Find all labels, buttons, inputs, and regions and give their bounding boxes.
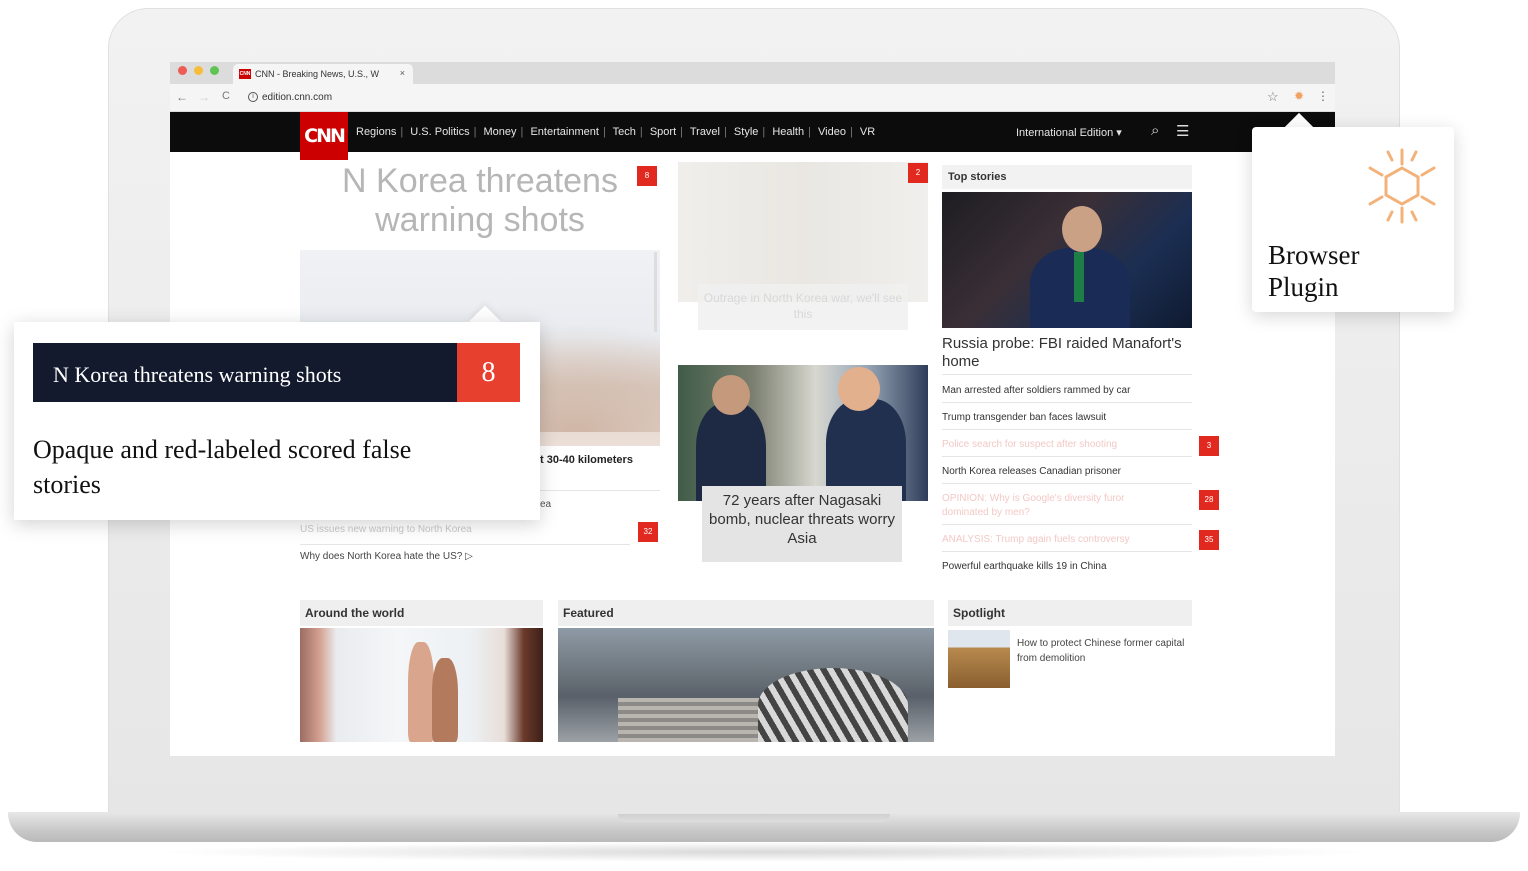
figure-woman (432, 658, 458, 742)
tab-title: CNN - Breaking News, U.S., W (255, 69, 380, 79)
cnn-nav-bar: CNN Regions | U.S. Politics | Money | Enter… (170, 112, 1335, 160)
summit-image[interactable] (678, 365, 928, 501)
minimize-window-button[interactable] (194, 66, 203, 75)
sun-icon (1368, 148, 1436, 224)
spotlight-image[interactable] (948, 630, 1010, 688)
score-badge: 32 (638, 522, 658, 542)
score-badge: 28 (1199, 490, 1219, 510)
top-story-item[interactable]: Man arrested after soldiers rammed by ca… (942, 385, 1130, 396)
score-badge: 8 (637, 166, 657, 186)
divider (942, 483, 1192, 484)
top-story-item[interactable]: Trump transgender ban faces lawsuit (942, 412, 1106, 423)
nav-vr[interactable]: VR (860, 126, 875, 138)
top-story-item[interactable]: North Korea releases Canadian prisoner (942, 466, 1121, 477)
scroll-indicator (654, 252, 657, 332)
divider (300, 544, 630, 545)
section-header-spotlight: Spotlight (948, 600, 1192, 626)
cnn-favicon-icon: CNN (239, 69, 251, 79)
score-badge: 3 (1199, 436, 1219, 456)
faded-story-link[interactable]: US issues new warning to North Korea (300, 524, 472, 535)
figure-tie (1074, 252, 1084, 302)
nav-health[interactable]: Health (772, 126, 804, 138)
story-caption[interactable]: t 30-40 kilometers (540, 454, 633, 466)
back-icon[interactable]: ← (176, 90, 188, 104)
info-icon[interactable]: i (248, 92, 258, 102)
callout-headline: N Korea threatens warning shots (33, 343, 458, 402)
maximize-window-button[interactable] (210, 66, 219, 75)
lead-headline[interactable]: N Korea threatens warning shots (310, 162, 650, 240)
figure-right-head (838, 367, 880, 411)
summit-caption[interactable]: 72 years after Nagasaki bomb, nuclear th… (702, 486, 902, 562)
reload-icon[interactable]: C (222, 90, 230, 102)
url-input[interactable]: edition.cnn.com (262, 92, 332, 103)
section-header-featured: Featured (558, 600, 934, 626)
nav-travel[interactable]: Travel (690, 126, 720, 138)
figure-man (408, 642, 434, 742)
divider (540, 490, 660, 491)
address-bar-row: ← → C i edition.cnn.com ☆ ✹ ⋮ (170, 84, 1335, 112)
figure-head (1062, 206, 1102, 252)
callout-score-badge: 8 (457, 343, 520, 402)
steps-shape (618, 698, 778, 742)
nav-entertainment[interactable]: Entertainment (530, 126, 598, 138)
divider (942, 374, 1192, 375)
laptop-shadow (150, 842, 1378, 862)
story-link[interactable]: Why does North Korea hate the US? ▷ (300, 551, 473, 562)
sculpture-shape (758, 668, 908, 742)
callout-description: Opaque and red-labeled scored false stor… (33, 435, 412, 499)
manafort-image[interactable] (942, 192, 1192, 328)
nav-tech[interactable]: Tech (613, 126, 636, 138)
nav-us-politics[interactable]: U.S. Politics (410, 126, 469, 138)
divider (942, 524, 1192, 525)
bookmark-star-icon[interactable]: ☆ (1267, 89, 1279, 105)
menu-dots-icon[interactable]: ⋮ (1317, 89, 1329, 103)
hamburger-menu-icon[interactable]: ☰ (1176, 122, 1189, 140)
nav-sport[interactable]: Sport (650, 126, 676, 138)
score-badge: 2 (908, 163, 928, 183)
search-icon[interactable]: ⌕ (1151, 122, 1159, 139)
figure-left-head (712, 375, 750, 415)
plugin-label: Browser Plugin (1268, 240, 1360, 302)
spotlight-story-link[interactable]: How to protect Chinese former capital fr… (1017, 636, 1195, 666)
edition-select[interactable]: International Edition ▾ (1016, 126, 1122, 139)
top-story-item-faded[interactable]: OPINION: Why is Google's diversity furor… (942, 492, 1172, 520)
story-fragment[interactable]: ea (540, 499, 551, 510)
divider (942, 402, 1192, 403)
section-nav: Regions | U.S. Politics | Money | Entertain… (356, 126, 876, 138)
top-story-item[interactable]: Powerful earthquake kills 19 in China (942, 561, 1107, 572)
divider (942, 551, 1192, 552)
nav-money[interactable]: Money (484, 126, 517, 138)
nav-regions[interactable]: Regions (356, 126, 396, 138)
browser-tab[interactable]: CNN CNN - Breaking News, U.S., W × (233, 64, 413, 84)
divider (942, 456, 1192, 457)
divider (942, 429, 1192, 430)
close-window-button[interactable] (178, 66, 187, 75)
nav-style[interactable]: Style (734, 126, 758, 138)
tab-bar: CNN CNN - Breaking News, U.S., W × (170, 62, 1335, 84)
plugin-toolbar-icon[interactable]: ✹ (1294, 89, 1304, 103)
forward-icon[interactable]: → (198, 90, 210, 104)
top-story-item-faded[interactable]: ANALYSIS: Trump again fuels controversy (942, 534, 1130, 545)
section-header-world: Around the world (300, 600, 543, 626)
laptop-notch (618, 814, 890, 822)
soldiers-image[interactable] (678, 162, 928, 302)
tab-close-icon[interactable]: × (400, 68, 405, 78)
cnn-logo[interactable]: CNN (300, 112, 348, 160)
faded-caption[interactable]: Outrage in North Korea war, we'll see th… (698, 284, 908, 330)
score-badge: 35 (1199, 530, 1219, 550)
nav-video[interactable]: Video (818, 126, 846, 138)
top-story-headline[interactable]: Russia probe: FBI raided Manafort's home (942, 335, 1182, 371)
top-stories-header: Top stories (942, 165, 1192, 189)
top-story-item-faded[interactable]: Police search for suspect after shooting (942, 439, 1117, 450)
featured-image[interactable] (558, 628, 934, 742)
